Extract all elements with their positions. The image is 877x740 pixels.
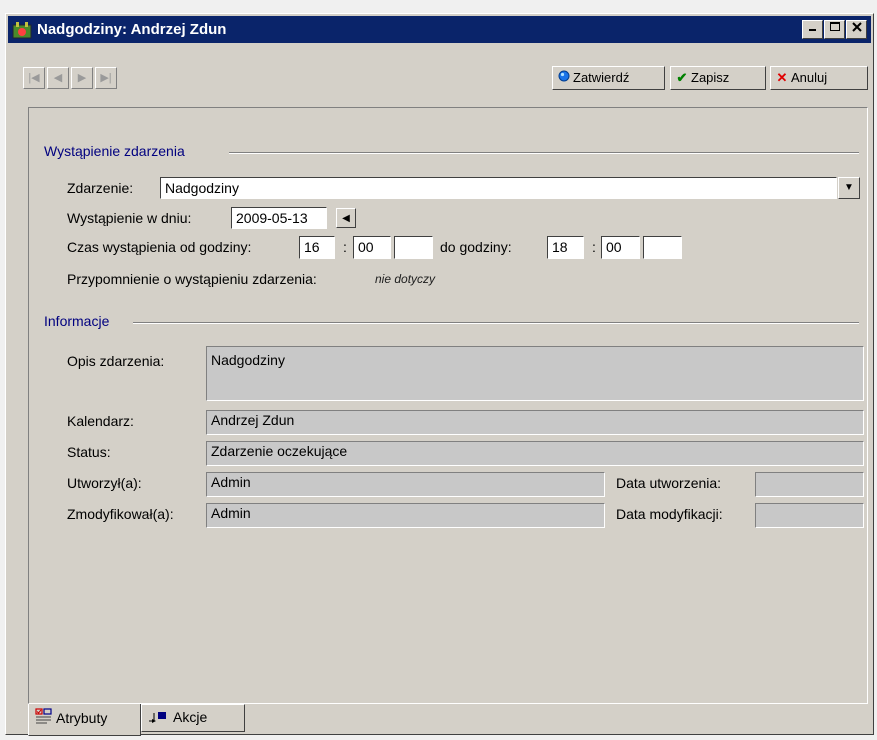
tab-attributes-label: Atrybuty: [56, 710, 108, 726]
approve-button[interactable]: Zatwierdź: [552, 66, 665, 90]
cancel-icon: ✕: [776, 70, 788, 85]
next-record-icon: ▶: [77, 72, 87, 84]
next-record-button[interactable]: ▶: [71, 67, 93, 89]
close-button[interactable]: [846, 20, 867, 39]
created-by-field: Admin: [206, 472, 605, 497]
time-to-minute-input[interactable]: 00: [601, 236, 640, 259]
modified-date-label: Data modyfikacji:: [616, 506, 723, 522]
modified-date-field: [755, 503, 864, 528]
reminder-value: nie dotyczy: [375, 272, 436, 286]
time-from-minute-input[interactable]: 00: [353, 236, 391, 259]
close-icon: [851, 22, 862, 32]
occurrence-section-title: Wystąpienie zdarzenia: [44, 143, 185, 159]
date-label: Wystąpienie w dniu:: [67, 210, 192, 226]
approve-label: Zatwierdź: [573, 70, 630, 85]
date-input[interactable]: 2009-05-13: [231, 207, 327, 229]
time-to-extra-input[interactable]: [643, 236, 682, 259]
first-record-button[interactable]: |◀: [23, 67, 45, 89]
app-icon: [12, 22, 32, 39]
time-from-label: Czas wystąpienia od godziny:: [67, 239, 252, 255]
event-select[interactable]: Nadgodziny: [160, 177, 837, 199]
description-label: Opis zdarzenia:: [67, 353, 165, 369]
previous-record-icon: ◀: [53, 72, 63, 84]
modified-by-label: Zmodyfikował(a):: [67, 506, 174, 522]
calendar-field: Andrzej Zdun: [206, 410, 864, 435]
window-title: Nadgodziny: Andrzej Zdun: [37, 21, 227, 38]
time-from-extra-input[interactable]: [394, 236, 433, 259]
description-field: Nadgodziny: [206, 346, 864, 401]
cancel-label: Anuluj: [791, 70, 828, 85]
tab-attributes[interactable]: Atrybuty: [28, 704, 141, 736]
event-dropdown-button[interactable]: ▼: [838, 177, 860, 199]
event-window: Nadgodziny: Andrzej Zdun |◀ ◀ ▶ ▶| Zatwi…: [5, 13, 874, 736]
actions-icon: [148, 706, 168, 730]
time-to-label: do godziny:: [440, 239, 512, 255]
time-to-hour-input[interactable]: 18: [547, 236, 584, 259]
calendar-toggle-icon: ◀: [342, 213, 350, 224]
maximize-button[interactable]: [824, 20, 845, 39]
first-record-icon: |◀: [28, 72, 40, 84]
last-record-icon: ▶|: [100, 72, 112, 84]
calendar-label: Kalendarz:: [67, 413, 134, 429]
info-section-title: Informacje: [44, 313, 110, 329]
info-section-divider: [133, 322, 859, 324]
status-label: Status:: [67, 444, 111, 460]
previous-record-button[interactable]: ◀: [47, 67, 69, 89]
status-field: Zdarzenie oczekujące: [206, 441, 864, 466]
approve-icon: [557, 67, 571, 89]
title-bar[interactable]: Nadgodziny: Andrzej Zdun: [8, 16, 871, 43]
attributes-icon: [35, 705, 53, 733]
created-date-label: Data utworzenia:: [616, 475, 722, 491]
chevron-down-icon: ▼: [844, 182, 854, 193]
reminder-label: Przypomnienie o wystąpieniu zdarzenia:: [67, 271, 317, 287]
maximize-icon: [829, 22, 840, 31]
time-to-colon: :: [592, 239, 596, 255]
save-button[interactable]: ✔ Zapisz: [670, 66, 766, 90]
attributes-panel: Wystąpienie zdarzenia Zdarzenie: Nadgodz…: [28, 107, 868, 704]
tab-actions[interactable]: Akcje: [141, 704, 245, 732]
created-date-field: [755, 472, 864, 497]
modified-by-field: Admin: [206, 503, 605, 528]
time-from-hour-input[interactable]: 16: [299, 236, 335, 259]
last-record-button[interactable]: ▶|: [95, 67, 117, 89]
check-icon: ✔: [676, 70, 688, 85]
save-label: Zapisz: [691, 70, 730, 85]
created-by-label: Utworzył(a):: [67, 475, 142, 491]
minimize-icon: [808, 29, 816, 31]
occurrence-section-divider: [229, 152, 859, 154]
minimize-button[interactable]: [802, 20, 823, 39]
tab-actions-label: Akcje: [173, 709, 208, 725]
time-from-colon: :: [343, 239, 347, 255]
date-picker-button[interactable]: ◀: [336, 208, 356, 228]
event-label: Zdarzenie:: [67, 180, 134, 196]
cancel-button[interactable]: ✕ Anuluj: [770, 66, 868, 90]
